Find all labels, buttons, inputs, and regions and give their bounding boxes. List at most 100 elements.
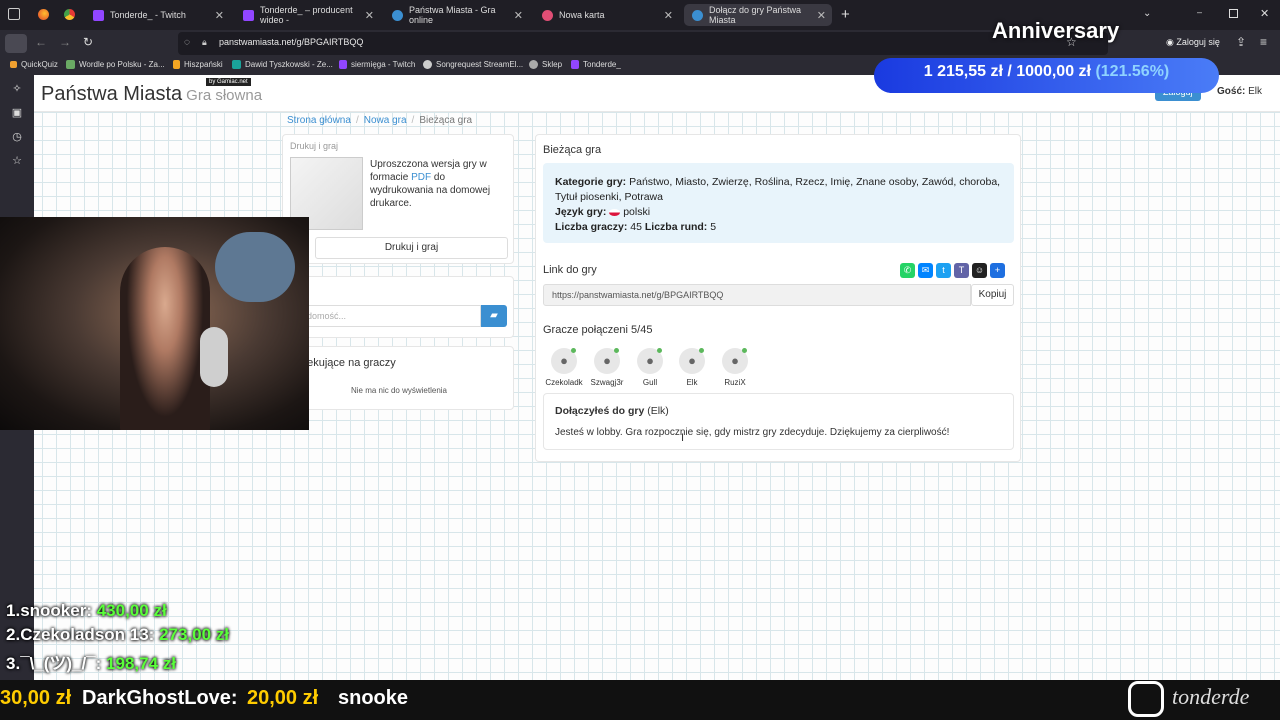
online-dot [742,348,747,353]
bookmark-quickquiz[interactable]: QuickQuiz [10,60,58,69]
messenger-icon[interactable]: ✉ [918,263,933,278]
close-icon[interactable]: ✕ [365,9,374,22]
bookmark-label: Wordle po Polsku - Za... [79,60,165,69]
close-icon[interactable]: ✕ [514,9,523,22]
snapchat-icon[interactable]: ☺ [972,263,987,278]
bookmark-tonderde[interactable]: Tonderde_ [571,60,621,69]
guest-name: Elk [1248,86,1263,97]
tab-panstwa-miasta[interactable]: Państwa Miasta - Gra online ✕ [384,4,529,26]
twitter-icon[interactable]: t [936,263,951,278]
link-title: Link do gry [543,264,597,276]
pdf-link[interactable]: PDF [411,172,431,183]
bookmark-icon [423,60,432,69]
tab-new[interactable]: Nowa karta ✕ [534,4,679,26]
send-button[interactable]: ▰ [481,305,507,327]
tab-twitch[interactable]: Tonderde_ - Twitch ✕ [85,4,230,26]
close-icon[interactable]: ✕ [664,9,673,22]
bookmark-songrequest[interactable]: Songrequest StreamEl... [423,60,523,69]
waiting-empty: Nie ma nic do wyświetlenia [350,386,448,395]
bookmark-label: siermięga - Twitch [351,60,416,69]
minimize-icon[interactable]: – [1197,7,1202,17]
menu-icon[interactable]: ≡ [1260,35,1267,49]
sidebar-icon[interactable] [5,34,27,53]
instagram-icon [1128,681,1164,717]
bookmark-hiszpanski[interactable]: Hiszpański [173,60,223,69]
new-tab-button[interactable]: + [841,6,850,23]
text-cursor-icon: I [681,432,685,444]
player-name: Gull [642,378,658,387]
breadcrumb-home[interactable]: Strona główna [287,115,351,126]
bookmark-wordle[interactable]: Wordle po Polsku - Za... [66,60,165,69]
bookmark-label: QuickQuiz [21,60,58,69]
new-tab-icon [542,9,553,21]
player-item: ● Szwagj3r [584,348,630,387]
game-link-input[interactable]: https://panstwamiasta.net/g/BPGAIRTBQQ [543,284,971,306]
guest-label: Gość: [1217,86,1246,97]
bookmark-label: Hiszpański [184,60,223,69]
history-icon[interactable]: ◷ [11,131,23,143]
gamiac-badge: by Gamiac.net [206,78,251,86]
joined-box: Dołączyłeś do gry (Elk) Jesteś w lobby. … [543,393,1014,450]
print-button[interactable]: Drukuj i graj [315,237,508,259]
chevron-down-icon[interactable]: ⌄ [1143,8,1151,19]
mail-icon[interactable]: ▣ [11,107,23,119]
close-icon[interactable]: ✕ [817,9,826,22]
firefox-icon [38,9,49,20]
extensions-icon[interactable]: ⇪ [1236,35,1246,49]
player-name: Elk [686,378,698,387]
donation-ticker: 30,00 zł DarkGhostLove: 20,00 zł snooke … [0,680,1280,720]
whatsapp-icon[interactable]: ✆ [900,263,915,278]
more-share-icon[interactable]: + [990,263,1005,278]
twitch-icon [93,9,104,21]
account-button[interactable]: ◉ Zaloguj się [1166,37,1220,48]
goal-target: 1000,00 zł [1016,63,1091,80]
close-window-icon[interactable]: ✕ [1260,7,1269,20]
bookmark-sklep[interactable]: Sklep [529,60,562,69]
donation-goal-bar: 1 215,55 zł / 1000,00 zł (121.56%) [874,58,1219,93]
tab-label: Dołącz do gry Państwa Miasta [709,5,802,25]
breadcrumb-new-game[interactable]: Nowa gra [364,115,407,126]
language-value: polski [623,206,651,218]
tab-label: Państwa Miasta - Gra online [409,5,496,25]
user-icon: ● [722,348,748,374]
bookmark-icon [10,61,17,68]
tab-join-game[interactable]: Dołącz do gry Państwa Miasta ✕ [684,4,832,26]
joined-title: Dołączyłeś do gry (Elk) [555,405,669,417]
leader-name: ¯\_(ツ)_/¯: [20,654,102,673]
leader-rank: 2. [6,625,21,644]
leader-rank: 1. [6,601,21,620]
copy-button[interactable]: Kopiuj [971,284,1014,306]
ai-icon[interactable]: ✧ [11,83,23,95]
brand-subtitle: Gra słowna [186,87,263,104]
bookmark-label: Songrequest StreamEl... [436,60,524,69]
restore-icon[interactable] [1229,9,1238,18]
close-icon[interactable]: ✕ [215,9,224,22]
breadcrumb: Strona główna / Nowa gra / Bieżąca gra [287,115,473,126]
plush-toy [215,232,295,302]
leader-rank: 3. [6,654,21,673]
tab-label: Tonderde_ - Twitch [110,10,186,20]
sidebar-toggle-icon[interactable] [8,8,20,20]
print-card: Drukuj i graj Uproszczona wersja gry w f… [282,134,514,264]
player-item: ● Czekoladk [541,348,587,387]
game-title: Bieżąca gra [543,144,602,156]
breadcrumb-current: Bieżąca gra [419,115,473,126]
address-bar[interactable]: ◌ 🔒︎ panstwamiasta.net/g/BPGAIRTBQQ [178,32,1108,55]
back-icon[interactable]: ← [35,35,47,49]
user-icon: ● [679,348,705,374]
bookmark-siermiega[interactable]: siermięga - Twitch [339,60,415,69]
tab-twitch-producer[interactable]: Tonderde_ – producent wideo - ✕ [235,4,380,26]
poland-flag-icon [609,208,621,216]
player-name: Szwagj3r [590,378,624,387]
forward-icon[interactable]: → [59,35,71,49]
joined-message: Jesteś w lobby. Gra rozpocznie się, gdy … [555,427,950,438]
chat-input[interactable]: adomość... [293,305,481,327]
player-item: ● RuziX [712,348,758,387]
bookmark-tyszkowski[interactable]: Dawid Tyszkowski - Ze... [232,60,333,69]
reload-icon[interactable]: ↻ [83,35,93,49]
site-brand[interactable]: Państwa Miasta Gra słowna [41,83,262,106]
teams-icon[interactable]: T [954,263,969,278]
print-title: Drukuj i graj [290,141,339,151]
bookmarks-star-icon[interactable]: ☆ [11,155,23,167]
leader-amount: 273,00 zł [159,625,230,644]
